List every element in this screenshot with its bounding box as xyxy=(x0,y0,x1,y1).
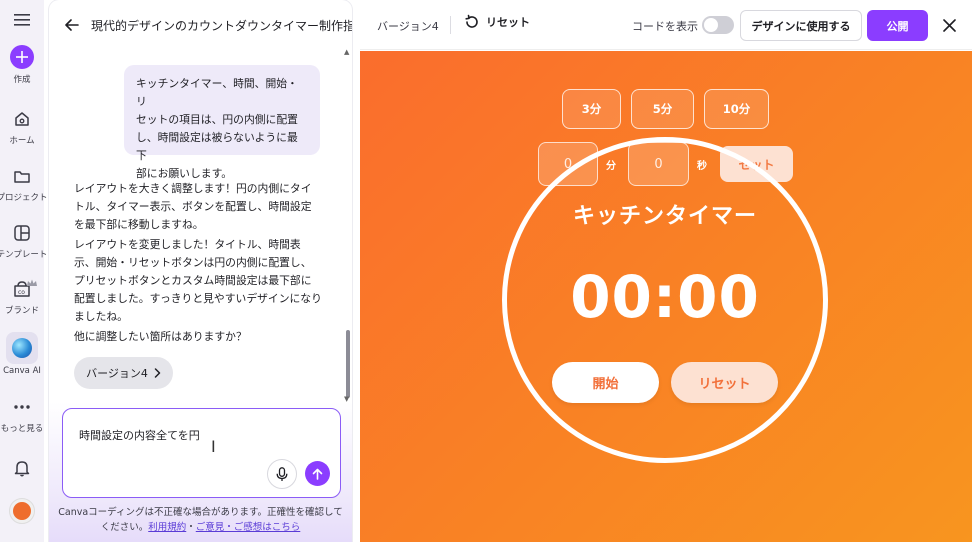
timer-title: キッチンタイマー xyxy=(572,204,757,229)
brand-icon: co xyxy=(11,278,37,300)
ai-message: レイアウトを大きく調整します！円の内側にタイ トル、タイマー表示、ボタンを配置し… xyxy=(74,182,312,231)
preset-3min-button[interactable]: 3分 xyxy=(562,89,621,129)
user-message: キッチンタイマー、時間、開始・リ セットの項目は、円の内側に配置 し、時間設定は… xyxy=(124,65,320,180)
create-button[interactable]: 作成 xyxy=(0,45,44,85)
microphone-button[interactable] xyxy=(267,459,297,489)
more-icon xyxy=(11,396,33,418)
sidebar-item-canva-ai[interactable]: Canva AI xyxy=(0,332,44,376)
chat-header: 現代的デザインのカウントダウンタイマー制作指示 xyxy=(49,0,352,50)
menu-button[interactable] xyxy=(0,9,44,31)
left-rail: 作成 ホーム プロジェクト テンプレート co ブランド Canva AI もっ… xyxy=(0,0,48,542)
svg-text:co: co xyxy=(18,289,25,296)
publish-button[interactable]: 公開 xyxy=(867,10,928,41)
template-icon xyxy=(11,222,33,244)
version-label: バージョン4 xyxy=(377,20,439,33)
terms-link[interactable]: 利用規約 xyxy=(148,522,186,533)
reset-icon xyxy=(465,14,478,28)
reset-button[interactable]: リセット xyxy=(671,362,778,403)
home-icon xyxy=(11,108,33,130)
chat-input[interactable]: 時間設定の内容全てを円 xyxy=(79,427,200,443)
text-cursor-icon: I xyxy=(211,437,216,456)
chevron-right-icon xyxy=(154,368,161,378)
chat-title: 現代的デザインのカウントダウンタイマー制作指示 xyxy=(91,18,352,33)
use-in-design-button[interactable]: デザインに使用する xyxy=(740,10,862,41)
sidebar-item-label: Canva AI xyxy=(3,366,41,376)
sidebar-item-more[interactable]: もっと見る xyxy=(0,396,44,434)
sidebar-item-label: テンプレート xyxy=(0,250,48,260)
disclaimer: Canvaコーディングは不正確な場合があります。正確性を確認して ください。利用… xyxy=(58,507,343,533)
reset-preview-button[interactable]: リセット xyxy=(464,14,530,30)
sidebar-item-label: ブランド xyxy=(4,306,39,316)
crown-icon xyxy=(27,272,37,291)
account-avatar[interactable] xyxy=(0,498,44,524)
sidebar-item-projects[interactable]: プロジェクト xyxy=(0,165,48,203)
sidebar-item-label: プロジェクト xyxy=(0,193,48,203)
bell-icon xyxy=(11,457,33,479)
preset-10min-button[interactable]: 10分 xyxy=(704,89,769,129)
version-chip[interactable]: バージョン4 xyxy=(74,357,173,389)
sidebar-item-brand[interactable]: co ブランド xyxy=(0,278,44,316)
timer-display: 00:00 xyxy=(570,263,760,331)
sidebar-item-templates[interactable]: テンプレート xyxy=(0,222,48,260)
sidebar-item-label: ホーム xyxy=(9,136,35,146)
close-button[interactable] xyxy=(938,14,960,36)
divider xyxy=(450,16,451,34)
feedback-link[interactable]: ご意見・ご感想はこちら xyxy=(196,522,301,533)
preview-canvas: 3分 5分 10分 0 分 0 秒 セット キッチンタイマー 00:00 開始 … xyxy=(360,51,972,542)
menu-icon xyxy=(11,9,33,31)
chat-input-box[interactable]: 時間設定の内容全てを円 I xyxy=(62,408,341,498)
preview-toolbar: バージョン4 リセット コードを表示 デザインに使用する 公開 xyxy=(360,0,972,50)
close-icon xyxy=(942,18,956,32)
sidebar-item-home[interactable]: ホーム xyxy=(0,108,44,146)
back-button[interactable] xyxy=(65,19,79,31)
plus-icon xyxy=(10,45,34,69)
show-code-label: コードを表示 xyxy=(632,20,698,33)
preset-5min-button[interactable]: 5分 xyxy=(631,89,694,129)
start-button[interactable]: 開始 xyxy=(552,362,659,403)
microphone-icon xyxy=(276,466,288,481)
scroll-up-arrow[interactable]: ▲ xyxy=(344,48,349,56)
reset-preview-label: リセット xyxy=(486,16,530,29)
canva-ai-icon xyxy=(6,332,38,364)
notifications-button[interactable] xyxy=(0,457,44,479)
show-code-toggle[interactable] xyxy=(702,16,734,34)
send-button[interactable] xyxy=(305,461,330,486)
scroll-down-arrow[interactable]: ▼ xyxy=(344,395,349,403)
folder-icon xyxy=(11,165,33,187)
back-arrow-icon xyxy=(65,19,79,31)
ai-message: レイアウトを変更しました！タイトル、時間表 示、開始・リセットボタンは円の内側に… xyxy=(74,238,322,323)
version-chip-label: バージョン4 xyxy=(86,367,148,380)
chat-panel: 現代的デザインのカウントダウンタイマー制作指示 キッチンタイマー、時間、開始・リ… xyxy=(49,0,352,542)
send-arrow-icon xyxy=(312,468,323,480)
ai-message: 他に調整したい箇所はありますか？ xyxy=(74,330,247,343)
sidebar-item-label: もっと見る xyxy=(0,424,44,434)
create-label: 作成 xyxy=(13,75,31,85)
avatar xyxy=(9,498,35,524)
scrollbar-thumb[interactable] xyxy=(346,330,350,398)
